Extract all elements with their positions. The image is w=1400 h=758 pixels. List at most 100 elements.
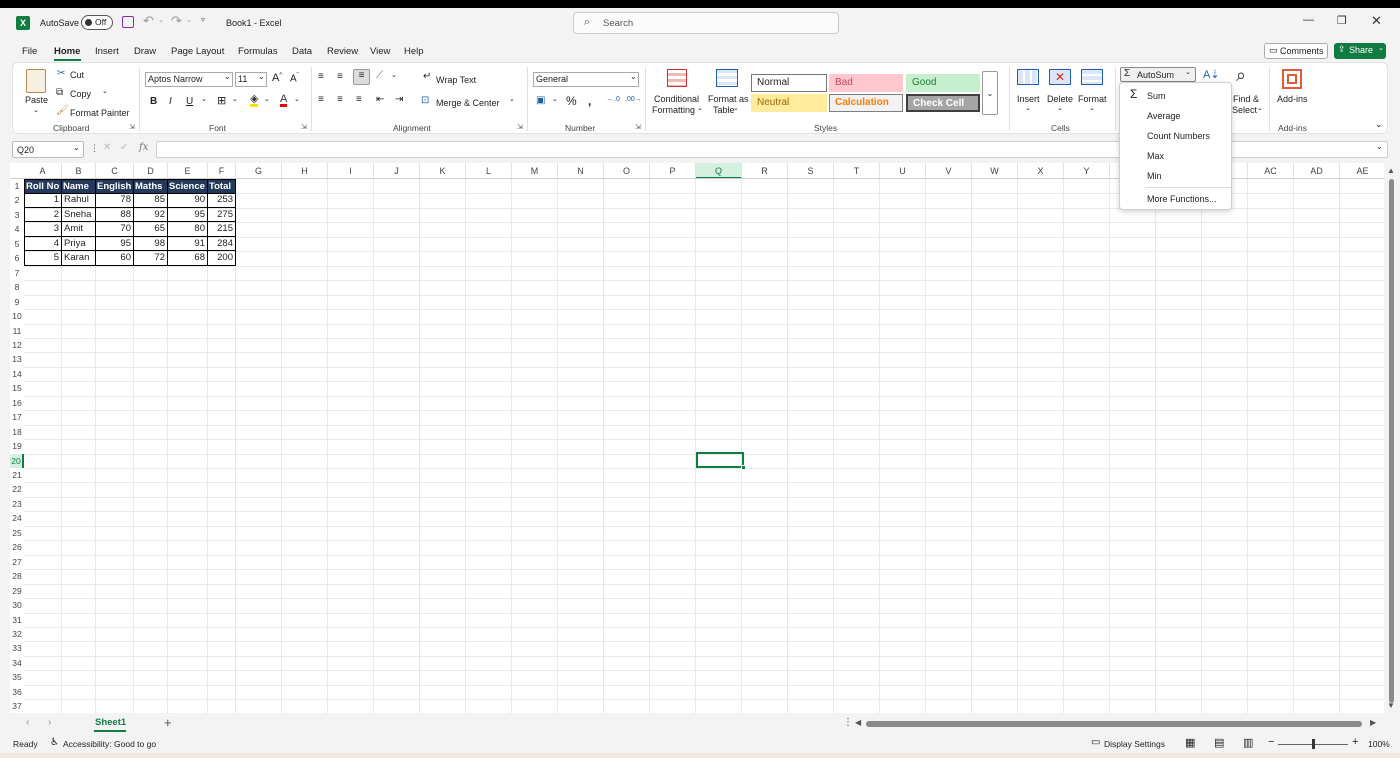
addins-button[interactable]: Add-ins xyxy=(1277,94,1308,104)
accessibility-status[interactable]: Accessibility: Good to go xyxy=(63,739,156,749)
increase-decimal-icon[interactable]: ←.0 xyxy=(607,96,620,103)
style-good[interactable]: Good xyxy=(906,74,980,92)
italic-icon[interactable]: I xyxy=(169,96,172,107)
row-header-20[interactable]: 20 xyxy=(10,453,24,469)
menu-home[interactable]: Home xyxy=(54,46,80,57)
column-header-U[interactable]: U xyxy=(880,163,926,179)
row-header-18[interactable]: 18 xyxy=(10,425,24,440)
table-header-cell[interactable]: English xyxy=(96,179,134,194)
insert-function-icon[interactable]: fx xyxy=(139,142,148,153)
table-cell[interactable]: 95 xyxy=(168,207,208,223)
share-button[interactable]: ⇪ Share ⌄ xyxy=(1334,43,1386,59)
style-check-cell[interactable]: Check Cell xyxy=(906,94,980,112)
more-options-icon[interactable]: ⋮ xyxy=(90,143,99,154)
menu-draw[interactable]: Draw xyxy=(134,46,156,57)
row-header-11[interactable]: 11 xyxy=(10,324,24,339)
ribbon-collapse-icon[interactable]: ⌄ xyxy=(1375,119,1383,130)
row-header-14[interactable]: 14 xyxy=(10,367,24,382)
table-header-cell[interactable]: Roll No xyxy=(24,179,62,194)
underline-icon[interactable]: U xyxy=(186,96,193,107)
conditional-formatting-button[interactable]: Conditional xyxy=(654,94,699,104)
row-header-27[interactable]: 27 xyxy=(10,555,24,570)
delete-cells-button[interactable]: Delete xyxy=(1047,94,1073,104)
table-cell[interactable]: Rahul xyxy=(62,193,96,208)
decrease-decimal-icon[interactable]: .00→ xyxy=(625,96,642,103)
column-header-B[interactable]: B xyxy=(62,163,96,179)
column-header-A[interactable]: A xyxy=(24,163,62,179)
expand-formula-icon[interactable]: ⌄ xyxy=(1376,142,1383,151)
row-header-22[interactable]: 22 xyxy=(10,482,24,497)
sort-filter-icon[interactable]: A⇣ xyxy=(1203,68,1220,81)
row-header-31[interactable]: 31 xyxy=(10,613,24,628)
font-family-select[interactable]: Aptos Narrow ⌄ xyxy=(145,72,233,87)
row-header-23[interactable]: 23 xyxy=(10,497,24,512)
accounting-dropdown-icon[interactable]: ⌄ xyxy=(552,95,558,103)
column-header-Y[interactable]: Y xyxy=(1064,163,1110,179)
bold-icon[interactable]: B xyxy=(150,96,157,107)
table-cell[interactable]: 215 xyxy=(208,222,236,237)
decrease-font-icon[interactable]: Aˇ xyxy=(290,73,299,84)
column-header-J[interactable]: J xyxy=(374,163,420,179)
fill-color-icon[interactable]: ◈ xyxy=(250,94,259,107)
font-color-dropdown-icon[interactable]: ⌄ xyxy=(294,95,300,103)
menu-formulas[interactable]: Formulas xyxy=(238,46,278,57)
worksheet-grid[interactable]: ABCDEFGHIJKLMNOPQRSTUVWXYZAAABACADAE 123… xyxy=(10,163,1384,713)
align-right-icon[interactable]: ≡ xyxy=(356,94,362,105)
table-cell[interactable]: 2 xyxy=(24,207,62,223)
scroll-down-icon[interactable]: ▼ xyxy=(1387,701,1395,710)
fill-handle[interactable] xyxy=(741,465,746,470)
align-bottom-icon[interactable]: ≡ xyxy=(353,69,370,85)
confirm-entry-icon[interactable]: ✓ xyxy=(120,142,128,153)
row-header-32[interactable]: 32 xyxy=(10,627,24,642)
style-neutral[interactable]: Neutral xyxy=(751,94,827,112)
column-header-AE[interactable]: AE xyxy=(1340,163,1384,179)
column-header-W[interactable]: W xyxy=(972,163,1018,179)
menu-insert[interactable]: Insert xyxy=(95,46,119,57)
row-header-24[interactable]: 24 xyxy=(10,511,24,526)
row-header-29[interactable]: 29 xyxy=(10,584,24,599)
row-header-6[interactable]: 6 xyxy=(10,251,24,266)
column-header-M[interactable]: M xyxy=(512,163,558,179)
paste-button[interactable]: Paste xyxy=(25,95,48,105)
row-header-7[interactable]: 7 xyxy=(10,266,24,281)
row-header-25[interactable]: 25 xyxy=(10,526,24,541)
search-box[interactable]: ⌕ Search xyxy=(573,12,839,34)
column-header-AC[interactable]: AC xyxy=(1248,163,1294,179)
format-cells-button[interactable]: Format xyxy=(1078,94,1107,104)
column-header-V[interactable]: V xyxy=(926,163,972,179)
next-sheet-icon[interactable]: › xyxy=(48,717,51,728)
table-cell[interactable]: 253 xyxy=(208,193,236,208)
table-cell[interactable]: 80 xyxy=(168,222,208,237)
row-header-1[interactable]: 1 xyxy=(10,179,24,194)
row-header-19[interactable]: 19 xyxy=(10,439,24,454)
row-header-21[interactable]: 21 xyxy=(10,468,24,483)
fill-color-dropdown-icon[interactable]: ⌄ xyxy=(264,95,270,103)
tab-split-icon[interactable]: ⋮ xyxy=(843,717,853,728)
column-header-H[interactable]: H xyxy=(282,163,328,179)
column-header-Q[interactable]: Q xyxy=(696,163,742,179)
accounting-format-icon[interactable]: ▣ xyxy=(536,95,545,106)
table-cell[interactable]: 78 xyxy=(96,193,134,208)
column-header-O[interactable]: O xyxy=(604,163,650,179)
page-break-view-icon[interactable]: ▥ xyxy=(1243,736,1253,749)
minimize-icon[interactable]: — xyxy=(1303,14,1314,26)
table-cell[interactable]: Sneha xyxy=(62,207,96,223)
column-header-S[interactable]: S xyxy=(788,163,834,179)
sheet-tab-sheet1[interactable]: Sheet1 xyxy=(95,717,126,728)
name-box[interactable]: Q20 ⌄ xyxy=(12,141,84,158)
row-header-26[interactable]: 26 xyxy=(10,540,24,555)
restore-icon[interactable]: ❐ xyxy=(1337,14,1347,27)
row-header-13[interactable]: 13 xyxy=(10,352,24,367)
row-header-30[interactable]: 30 xyxy=(10,598,24,613)
copy-button[interactable]: Copy xyxy=(70,89,91,99)
close-icon[interactable]: ✕ xyxy=(1371,13,1382,29)
customize-toolbar-icon[interactable]: ▿ xyxy=(201,15,205,24)
normal-view-icon[interactable]: ▦ xyxy=(1185,736,1195,749)
column-header-R[interactable]: R xyxy=(742,163,788,179)
clipboard-launcher-icon[interactable]: ⇲ xyxy=(129,123,135,131)
font-color-icon[interactable]: A xyxy=(280,94,288,107)
column-header-K[interactable]: K xyxy=(420,163,466,179)
table-header-cell[interactable]: Name xyxy=(62,179,96,194)
cut-button[interactable]: Cut xyxy=(70,70,84,80)
menu-file[interactable]: File xyxy=(22,46,37,57)
